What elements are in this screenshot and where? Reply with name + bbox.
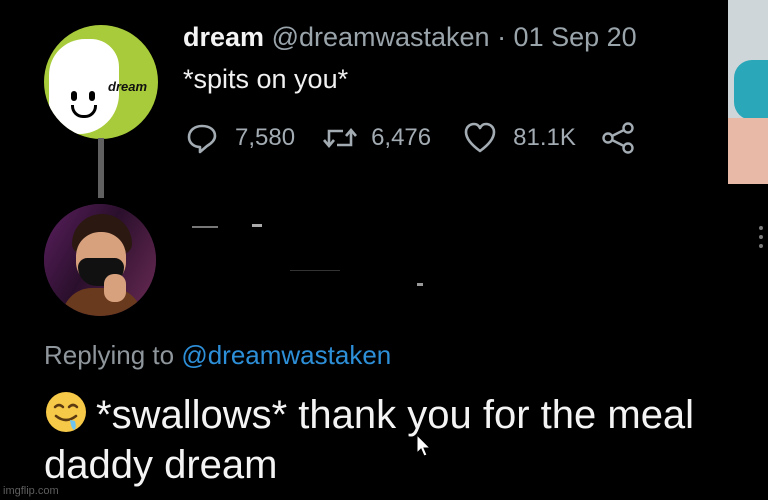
redacted-mark [290,270,340,271]
redacted-mark [192,226,218,228]
replying-to: Replying to @dreamwastaken [44,340,391,371]
reply-avatar[interactable] [44,204,156,316]
replying-prefix: Replying to [44,340,175,370]
avatar-tag: dream [108,79,148,94]
retweet-count: 6,476 [371,124,432,151]
heart-icon [464,122,496,153]
reply-text: *swallows* thank you for the meal daddy … [44,393,695,487]
like-action[interactable]: 81.1K [463,122,576,154]
redacted-mark [417,283,423,286]
webcam-face [728,118,768,184]
webcam-overlay [728,0,768,184]
share-action[interactable] [600,121,636,155]
retweet-action[interactable]: 6,476 [321,121,431,155]
reply-icon [187,124,217,154]
like-count: 81.1K [513,124,576,151]
share-icon [602,122,634,154]
watermark: imgflip.com [3,485,59,497]
thread-connector [98,138,104,198]
webcam-hair [734,60,768,120]
tweet-text: *spits on you* [183,64,349,94]
retweet-icon [323,127,358,149]
more-options-icon[interactable] [758,226,764,253]
tweet-header: dream @dreamwastaken · 01 Sep 20 [183,22,637,53]
tweet-actions: 7,580 6,476 81.1K [185,120,636,156]
display-name[interactable]: dream [183,22,264,52]
reply-action[interactable]: 7,580 [185,121,295,155]
handle-and-date[interactable]: @dreamwastaken · 01 Sep 20 [272,22,637,52]
mouse-cursor-icon [416,434,432,457]
video-frame: dream dream @dreamwastaken · 01 Sep 20 *… [0,0,768,500]
reply-count: 7,580 [235,124,296,151]
drooling-face-emoji [46,392,86,432]
redacted-mark [252,224,262,227]
dream-avatar[interactable]: dream [44,25,158,139]
reply-text-block: *swallows* thank you for the meal daddy … [44,390,744,490]
replying-handle-link[interactable]: @dreamwastaken [181,340,391,370]
